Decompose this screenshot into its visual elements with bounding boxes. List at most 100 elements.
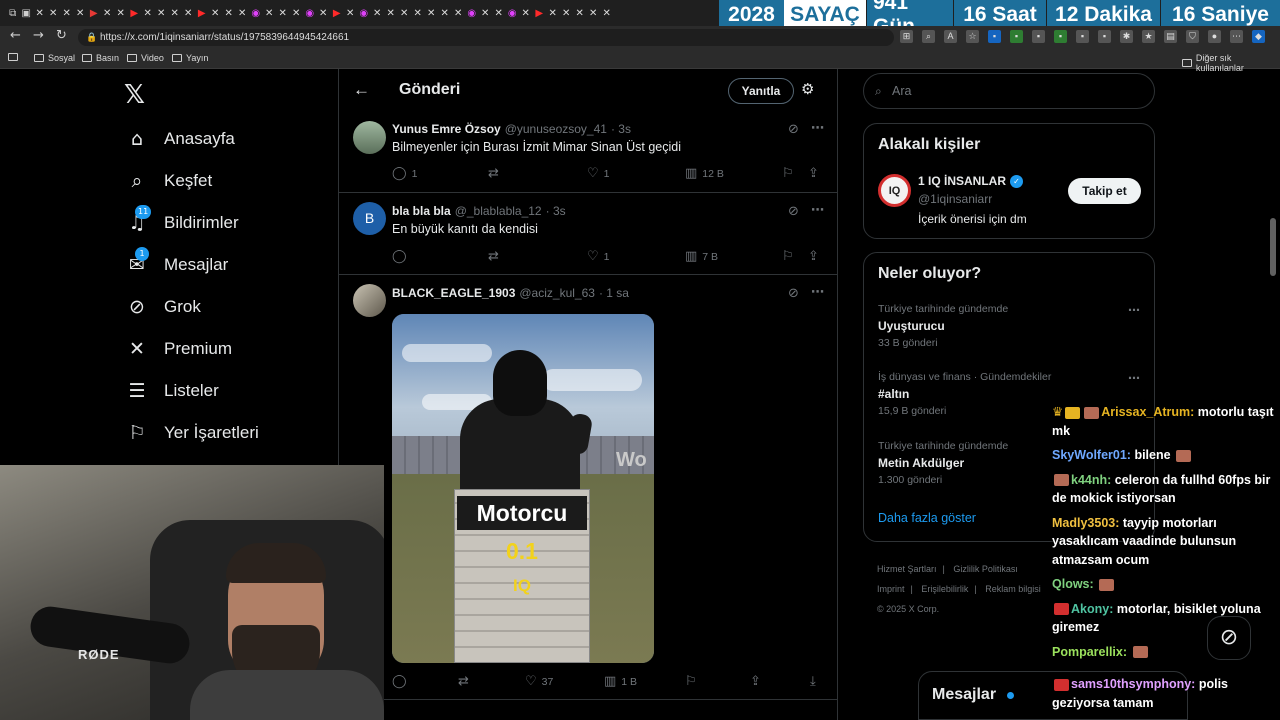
tab-favicon-icon[interactable]: ✕ [425,0,439,26]
tab-favicon-icon[interactable]: ✕ [155,0,169,26]
tab-favicon-icon[interactable]: ▶ [330,0,344,26]
more-icon[interactable]: ⋯ [1128,371,1140,385]
tab-favicon-icon[interactable]: ✕ [384,0,398,26]
tab-favicon-icon[interactable]: ✕ [74,0,88,26]
tab-favicon-icon[interactable]: ✕ [587,0,601,26]
extension-icon[interactable]: ▪ [1098,30,1111,43]
tab-favicon-icon[interactable]: ✕ [168,0,182,26]
footer-link[interactable]: Gizlilik Politikası [953,564,1018,574]
tab-favicon-icon[interactable]: ✕ [263,0,277,26]
favorites-icon[interactable]: ★ [1142,30,1155,43]
sidebar-item-lists[interactable]: ☰ Listeler [126,376,218,406]
retweet-action[interactable]: ⇄ [488,249,499,264]
extension-icon[interactable]: ▪ [1032,30,1045,43]
zoom-icon[interactable]: ⌕ [922,30,935,43]
favorite-star-icon[interactable]: ☆ [966,30,979,43]
sidebar-item-explore[interactable]: ⌕ Keşfet [126,166,213,196]
bookmark-folder-basin[interactable]: Basın [82,53,119,63]
tweet-reply[interactable]: B bla bla bla @_blablabla_12 · 3s ⊘ ⋯ En b… [339,193,837,275]
tab-favicon-icon[interactable]: ✕ [141,0,155,26]
page-scrollbar[interactable] [1270,218,1276,276]
bookmark-action[interactable]: ⚐ [782,166,794,181]
profile-avatar[interactable]: ● [1208,30,1221,43]
grid-icon[interactable]: ⊞ [900,30,913,43]
tab-favicon-icon[interactable]: ✕ [560,0,574,26]
collections-icon[interactable]: ▤ [1164,30,1177,43]
avatar[interactable] [353,121,386,154]
read-aloud-icon[interactable]: A [944,30,957,43]
tab-favicon-icon[interactable]: ▶ [195,0,209,26]
sidebar-item-messages[interactable]: ✉ 1 Mesajlar [126,247,228,280]
sidebar-item-notifications[interactable]: ♫ 11 Bildirimler [126,205,239,238]
tab-favicon-icon[interactable]: ✕ [479,0,493,26]
back-icon[interactable]: ← [10,28,21,43]
like-action[interactable]: ♡ 37 [525,674,553,689]
more-icon[interactable]: ⋯ [811,120,824,136]
reload-icon[interactable]: ↻ [56,28,67,43]
url-field[interactable]: 🔒 https://x.com/1iqinsaniarr/status/1975… [78,29,894,46]
tab-favicon-icon[interactable]: ✕ [222,0,236,26]
tab-favicon-icon[interactable]: ◉ [249,0,263,26]
tab-favicon-icon[interactable]: ✕ [452,0,466,26]
search-input[interactable]: ⌕ Ara [863,73,1155,109]
more-icon[interactable]: ⋯ [811,284,824,300]
tab-favicon-icon[interactable]: ✕ [371,0,385,26]
forward-icon[interactable]: → [33,28,44,43]
tab-favicon-icon[interactable]: ✕ [33,0,47,26]
avatar[interactable]: B [353,202,386,235]
puzzle-icon[interactable]: ✱ [1120,30,1133,43]
tab-favicon-icon[interactable]: ✕ [438,0,452,26]
tab-favicon-icon[interactable]: ✕ [492,0,506,26]
tab-favicon-icon[interactable]: ✕ [317,0,331,26]
tab-favicon-icon[interactable]: ✕ [344,0,358,26]
tab-favicon-icon[interactable]: ▶ [533,0,547,26]
sidebar-item-premium[interactable]: ✕ Premium [126,334,232,364]
back-arrow-icon[interactable]: ← [353,80,370,100]
tab-favicon-icon[interactable]: ✕ [209,0,223,26]
sidebar-item-bookmarks[interactable]: ⚐ Yer İşaretleri [126,418,258,448]
settings-sliders-icon[interactable]: ⚙ [801,80,814,98]
tab-favicon-icon[interactable]: ◉ [303,0,317,26]
footer-link[interactable]: Erişilebilirlik [921,584,968,594]
tab-favicon-icon[interactable]: ✕ [411,0,425,26]
retweet-action[interactable]: ⇄ [458,674,469,689]
tab-favicon-icon[interactable]: ✕ [546,0,560,26]
tab-favicon-icon[interactable]: ✕ [114,0,128,26]
follow-button[interactable]: Takip et [1068,178,1141,204]
share-action[interactable]: ⇪ [808,166,819,181]
views-action[interactable]: ▥ 1 B [604,674,637,689]
avatar[interactable]: IQ [878,174,911,207]
footer-link[interactable]: Hizmet Şartları [877,564,937,574]
more-icon[interactable]: ⋯ [811,202,824,218]
workspaces-icon[interactable]: ⧉ [6,0,20,26]
tab-favicon-icon[interactable]: ✕ [47,0,61,26]
bookmark-split-icon[interactable] [8,53,18,61]
download-action[interactable]: ⤓ [810,674,816,689]
bookmark-folder-other[interactable]: Diğer sık kullanılanlar [1182,53,1280,73]
x-logo-icon[interactable]: 𝕏 [124,80,145,110]
tab-favicon-icon[interactable]: ✕ [519,0,533,26]
tweet-author[interactable]: BLACK_EAGLE_1903 @aciz_kul_63 · 1 sa [392,286,629,300]
grok-icon[interactable]: ⊘ [788,203,799,219]
share-action[interactable]: ⇪ [750,674,761,689]
bookmark-folder-video[interactable]: Video [127,53,164,63]
show-more-link[interactable]: Daha fazla göster [878,511,976,525]
more-icon[interactable]: ⋯ [1128,303,1140,317]
share-action[interactable]: ⇪ [808,249,819,264]
footer-link[interactable]: Reklam bilgisi [985,584,1041,594]
tab-favicon-icon[interactable]: ◉ [465,0,479,26]
tab-favicon-icon[interactable]: ✕ [60,0,74,26]
like-action[interactable]: ♡ 1 [587,166,610,181]
person-name[interactable]: 1 IQ İNSANLAR ✓ [918,174,1024,188]
grok-icon[interactable]: ⊘ [788,285,799,301]
bookmark-folder-yayin[interactable]: Yayın [172,53,208,63]
tab-favicon-icon[interactable]: ◉ [357,0,371,26]
extension-icon[interactable]: ▪ [1054,30,1067,43]
tab-favicon-icon[interactable]: ✕ [236,0,250,26]
sidebar-item-home[interactable]: ⌂ Anasayfa [126,124,235,154]
reply-action[interactable]: ◯ [392,249,412,264]
tab-list-icon[interactable]: ▣ [20,0,34,26]
tab-favicon-icon[interactable]: ◉ [506,0,520,26]
tweet-author[interactable]: bla bla bla @_blablabla_12 · 3s [392,204,566,218]
tweet-video-media[interactable]: Wo Motorcu 0.1 IQ [392,314,654,663]
